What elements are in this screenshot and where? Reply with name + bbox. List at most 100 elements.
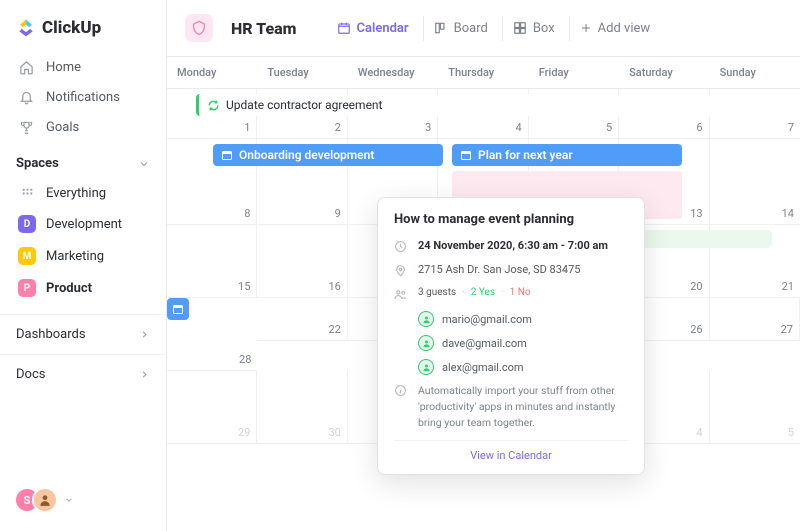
popup-desc: Automatically import your stuff from oth… (418, 383, 628, 430)
day-tue: Tuesday (257, 57, 347, 88)
space-badge-marketing: M (18, 247, 36, 265)
user-avatars[interactable]: S (0, 477, 166, 531)
calendar-icon (172, 303, 184, 315)
chevron-down-icon (138, 158, 150, 170)
view-box[interactable]: Box (502, 16, 565, 41)
cell[interactable]: 14 (710, 139, 800, 225)
cell[interactable]: 28 (167, 341, 257, 371)
nav-goals[interactable]: Goals (8, 112, 158, 142)
clickup-logo-icon (16, 18, 36, 38)
nav-goals-label: Goals (46, 120, 79, 135)
nav-dashboards[interactable]: Dashboards (0, 314, 166, 354)
date-num: 20 (690, 280, 702, 293)
cell[interactable]: 29 (167, 371, 257, 444)
event-plan[interactable]: Plan for next year (452, 144, 682, 166)
calendar-icon (337, 21, 351, 35)
week-1: Update contractor agreement 1 2 3 4 5 6 … (167, 89, 800, 139)
brand-logo[interactable]: ClickUp (0, 0, 166, 52)
guest-list: mario@gmail.com dave@gmail.com alex@gmai… (418, 311, 628, 375)
nav-home-label: Home (46, 60, 81, 75)
cell[interactable]: 15 (167, 225, 257, 298)
guest-item[interactable]: alex@gmail.com (418, 359, 628, 375)
space-everything[interactable]: Everything (8, 179, 158, 208)
nav-notifications[interactable]: Notifications (8, 82, 158, 112)
avatar-2[interactable] (32, 487, 58, 513)
date-num: 15 (238, 280, 250, 293)
chevron-right-icon (139, 329, 150, 340)
cell[interactable]: 16 (257, 225, 347, 298)
popup-guests-row: 3 guests · 2 Yes · 1 No (394, 287, 628, 301)
view-board-label: Board (454, 21, 488, 36)
guest-item[interactable]: dave@gmail.com (418, 335, 628, 351)
date-num: 13 (690, 207, 702, 220)
nav-docs[interactable]: Docs (0, 354, 166, 394)
date-num: 5 (606, 121, 612, 134)
guest-email: dave@gmail.com (442, 337, 527, 350)
event-contractor[interactable]: Update contractor agreement (196, 94, 766, 116)
date-num: 3 (425, 121, 431, 134)
popup-location: 2715 Ash Dr. San Jose, SD 83475 (418, 263, 580, 276)
cell[interactable]: 5 (710, 371, 800, 444)
date-num: 14 (782, 207, 794, 220)
day-sun: Sunday (710, 57, 800, 88)
view-calendar[interactable]: Calendar (327, 16, 419, 41)
cell[interactable]: 22 (257, 298, 347, 341)
spaces-list: Everything D Development M Marketing P P… (0, 179, 166, 304)
calendar-icon (221, 149, 233, 161)
date-num: 4 (516, 121, 522, 134)
popup-location-row: 2715 Ash Dr. San Jose, SD 83475 (394, 263, 628, 277)
space-marketing[interactable]: M Marketing (8, 240, 158, 272)
main-nav: Home Notifications Goals (0, 52, 166, 142)
grid-icon (18, 187, 36, 200)
spaces-header[interactable]: Spaces (0, 142, 166, 179)
sidebar: ClickUp Home Notifications Goals Spaces (0, 0, 167, 531)
view-calendar-label: Calendar (357, 21, 409, 36)
cell[interactable]: 30 (257, 371, 347, 444)
space-product[interactable]: P Product (8, 272, 158, 304)
date-num: 8 (244, 207, 250, 220)
date-num: 30 (328, 426, 340, 439)
cell[interactable]: 27 (710, 298, 800, 341)
nav-home[interactable]: Home (8, 52, 158, 82)
brand-name: ClickUp (42, 18, 101, 38)
day-wed: Wednesday (348, 57, 438, 88)
date-num: 5 (788, 426, 794, 439)
date-num: 26 (690, 323, 702, 336)
spaces-header-label: Spaces (16, 156, 59, 171)
add-view-label: Add view (598, 21, 651, 36)
date-num: 16 (328, 280, 340, 293)
guest-email: mario@gmail.com (442, 313, 532, 326)
people-icon (394, 288, 408, 301)
popup-time-row: 24 November 2020, 6:30 am - 7:00 am (394, 239, 628, 253)
guest-item[interactable]: mario@gmail.com (418, 311, 628, 327)
date-num: 21 (782, 280, 794, 293)
event-small[interactable] (167, 298, 189, 320)
nav-docs-label: Docs (16, 367, 45, 382)
space-development[interactable]: D Development (8, 208, 158, 240)
space-development-label: Development (46, 217, 122, 232)
chevron-down-icon (64, 495, 74, 505)
view-board[interactable]: Board (423, 16, 498, 41)
popup-view-link[interactable]: View in Calendar (394, 440, 628, 464)
space-everything-label: Everything (46, 186, 106, 201)
nav-notifications-label: Notifications (46, 90, 120, 105)
event-onboarding[interactable]: Onboarding development (213, 144, 443, 166)
popup-guests-yes: 2 Yes (471, 287, 495, 298)
board-icon (434, 21, 448, 35)
view-switcher: Calendar Board Box Add view (327, 16, 661, 41)
trophy-icon (18, 119, 34, 135)
nav-dashboards-label: Dashboards (16, 327, 86, 342)
date-num: 29 (238, 426, 250, 439)
space-icon (185, 14, 213, 42)
event-contractor-label: Update contractor agreement (226, 98, 382, 112)
main: HR Team Calendar Board Box Add view (167, 0, 800, 531)
date-num: 4 (696, 426, 702, 439)
guest-avatar-icon (418, 359, 434, 375)
space-badge-development: D (18, 215, 36, 233)
space-marketing-label: Marketing (46, 249, 104, 264)
popup-desc-row: Automatically import your stuff from oth… (394, 383, 628, 430)
plus-icon (580, 22, 592, 34)
add-view[interactable]: Add view (569, 16, 661, 41)
date-num: 28 (239, 353, 251, 366)
day-mon: Monday (167, 57, 257, 88)
